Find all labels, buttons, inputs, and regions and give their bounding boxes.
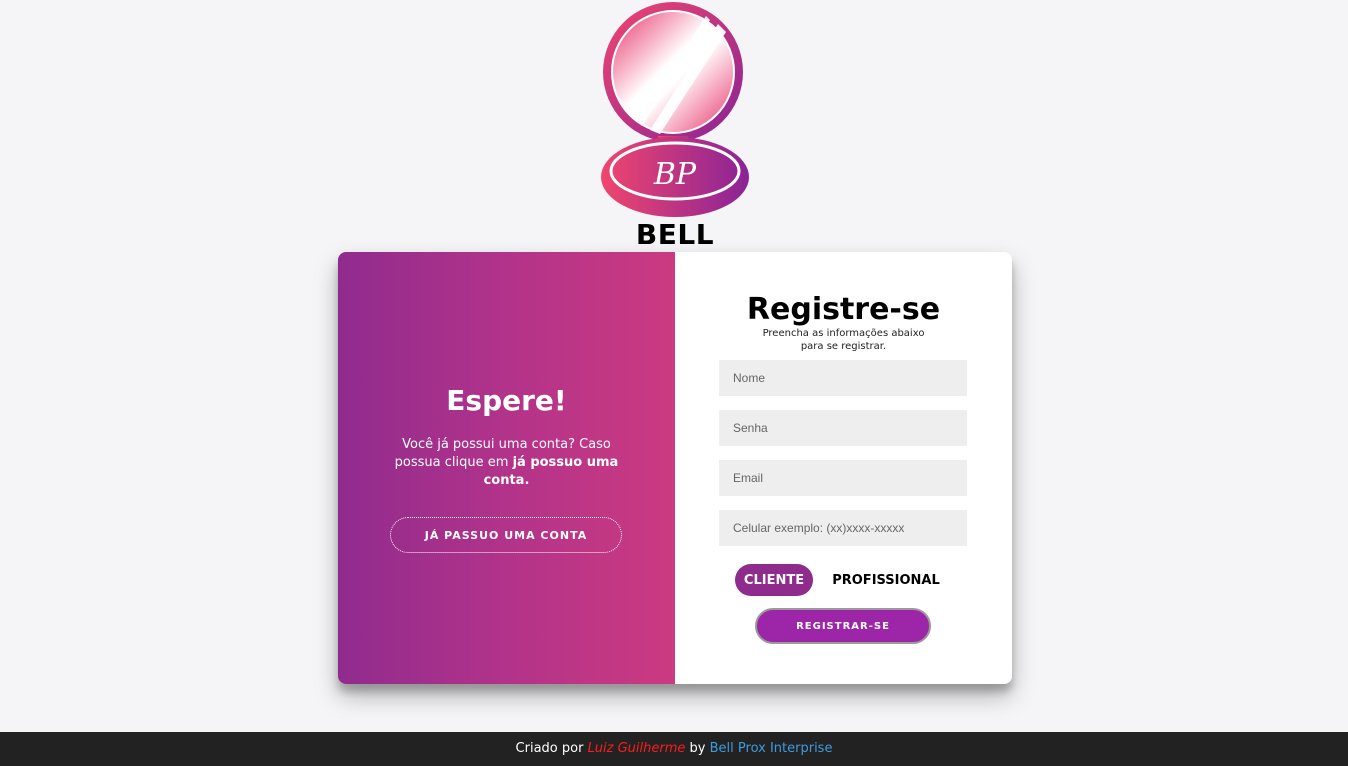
page: BP BELL PROX Espere! Você já possui uma … <box>0 0 1348 766</box>
already-have-account-button[interactable]: JÁ PASSUO UMA CONTA <box>390 517 622 553</box>
footer-by: by <box>689 741 706 756</box>
register-subtitle: Preencha as informações abaixo para se r… <box>762 328 925 352</box>
compact-mirror-icon: BP <box>601 2 749 217</box>
register-title: Registre-se <box>746 292 941 327</box>
footer-author: Luiz Guilherme <box>587 741 686 756</box>
footer-company-link[interactable]: Bell Prox Interprise <box>710 741 833 756</box>
logo-monogram: BP <box>653 157 697 192</box>
phone-field[interactable] <box>719 510 967 546</box>
login-prompt-text: Você já possui uma conta? Caso possua cl… <box>388 436 625 490</box>
email-field[interactable] <box>719 460 967 496</box>
type-option-cliente[interactable]: CLIENTE <box>735 564 813 596</box>
name-field[interactable] <box>719 360 967 396</box>
login-prompt-title: Espere! <box>446 384 567 417</box>
register-card: Espere! Você já possui uma conta? Caso p… <box>338 252 1012 684</box>
brand-logo: BP BELL PROX <box>590 0 760 284</box>
type-option-profissional[interactable]: PROFISSIONAL <box>821 564 951 596</box>
login-prompt-panel: Espere! Você já possui uma conta? Caso p… <box>338 252 675 684</box>
footer-created-by: Criado por <box>515 741 584 756</box>
footer: Criado por Luiz Guilherme by Bell Prox I… <box>0 732 1348 766</box>
register-form-panel: Registre-se Preencha as informações abai… <box>675 252 1012 684</box>
password-field[interactable] <box>719 410 967 446</box>
register-submit-button[interactable]: REGISTRAR-SE <box>755 608 931 644</box>
